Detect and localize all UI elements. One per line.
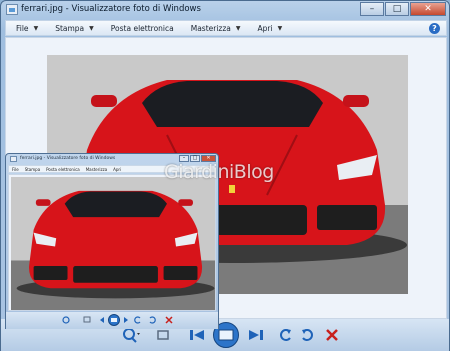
- mini-navigation-bar: [6, 312, 218, 329]
- mini-menu-file[interactable]: File: [9, 167, 22, 172]
- mini-menu-masterizza[interactable]: Masterizza: [83, 167, 110, 172]
- menu-file-label: File: [16, 23, 29, 33]
- menu-stampa[interactable]: Stampa ▼: [45, 24, 101, 33]
- menu-stampa-label: Stampa: [55, 23, 85, 33]
- chevron-down-icon: ▼: [89, 24, 94, 32]
- mini-window-title: ferrari.jpg - Visualizzatore foto di Win…: [20, 156, 116, 161]
- chevron-down-icon: ▼: [277, 24, 283, 32]
- mini-controls[interactable]: [6, 312, 218, 329]
- window-title: ferrari.jpg - Visualizzatore foto di Win…: [21, 4, 201, 14]
- menu-apri-label: Apri: [257, 23, 273, 33]
- delete-icon[interactable]: [323, 325, 341, 345]
- photo-viewer-app-icon: [6, 4, 18, 15]
- mini-ferrari-photo: [11, 177, 215, 310]
- close-button[interactable]: ✕: [410, 2, 446, 16]
- rotate-left-icon[interactable]: [277, 325, 295, 345]
- menu-posta-label: Posta elettronica: [110, 23, 174, 33]
- command-bar: File ▼ Stampa ▼ Posta elettronica Master…: [5, 20, 447, 36]
- caption-buttons: – □ ✕: [359, 2, 446, 16]
- menu-apri[interactable]: Apri ▼: [248, 24, 290, 33]
- menu-masterizza[interactable]: Masterizza ▼: [181, 24, 248, 33]
- chevron-down-icon: ▼: [235, 24, 241, 32]
- mini-car-illustration: [11, 177, 215, 310]
- mini-menu-posta[interactable]: Posta elettronica: [43, 167, 83, 172]
- mini-image-view-area: [8, 174, 216, 311]
- rotate-right-icon[interactable]: [298, 325, 316, 345]
- next-icon[interactable]: [245, 325, 267, 345]
- title-bar[interactable]: ferrari.jpg - Visualizzatore foto di Win…: [1, 1, 449, 19]
- chevron-down-icon: ▼: [33, 24, 39, 32]
- watermark-text: GiardiniBlog: [164, 161, 274, 183]
- help-icon[interactable]: ?: [429, 23, 440, 34]
- maximize-button[interactable]: □: [385, 2, 409, 16]
- mini-menu-stampa[interactable]: Stampa: [22, 167, 43, 172]
- minimize-button[interactable]: –: [360, 2, 384, 16]
- menu-posta-elettronica[interactable]: Posta elettronica: [101, 24, 181, 33]
- mini-menu-apri[interactable]: Apri: [110, 167, 124, 172]
- menu-file[interactable]: File ▼: [6, 24, 45, 33]
- mini-app-icon: [10, 156, 17, 162]
- menu-masterizza-label: Masterizza: [190, 23, 231, 33]
